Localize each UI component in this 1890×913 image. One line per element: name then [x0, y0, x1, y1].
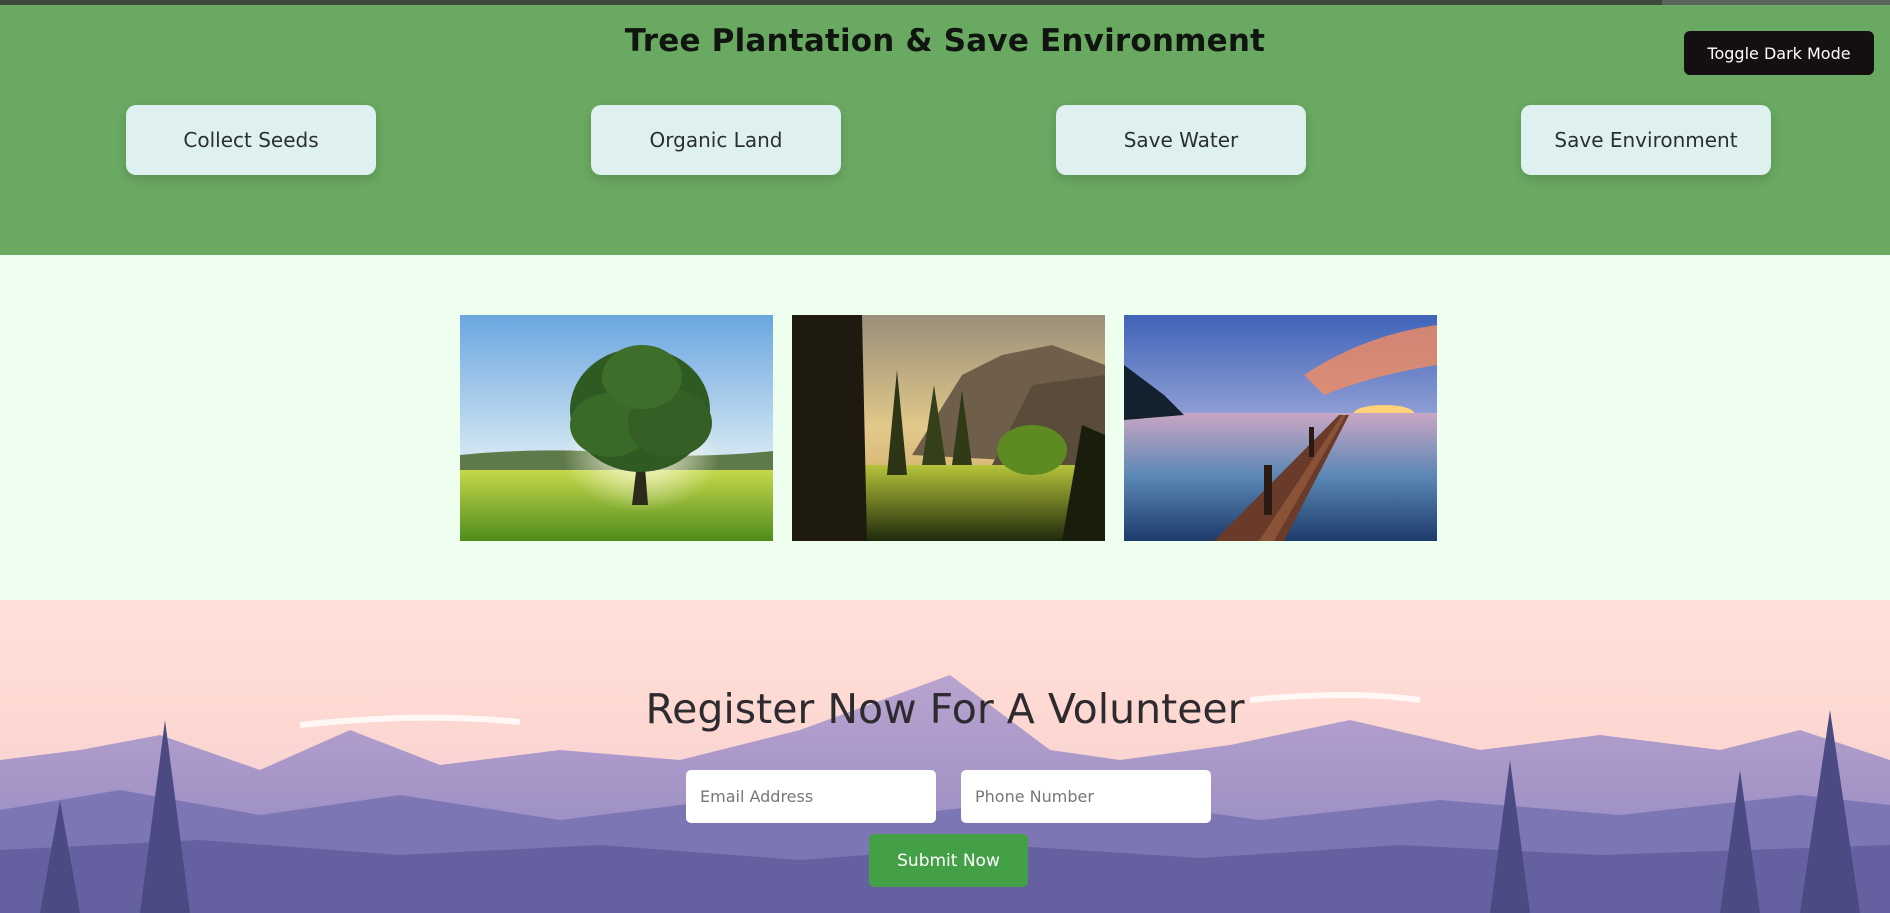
feature-card-save-environment[interactable]: Save Environment	[1521, 105, 1771, 175]
register-title: Register Now For A Volunteer	[645, 685, 1245, 733]
gallery-section	[0, 255, 1890, 600]
page-title: Tree Plantation & Save Environment	[624, 23, 1266, 59]
register-section: Register Now For A Volunteer Submit Now	[0, 600, 1890, 913]
email-field[interactable]	[686, 770, 936, 823]
header-section: Tree Plantation & Save Environment Toggl…	[0, 5, 1890, 255]
toggle-dark-mode-button[interactable]: Toggle Dark Mode	[1684, 31, 1874, 75]
feature-card-organic-land[interactable]: Organic Land	[591, 105, 841, 175]
feature-card-save-water[interactable]: Save Water	[1056, 105, 1306, 175]
lake-pier-sunset-image	[1124, 315, 1437, 541]
forest-valley-image	[792, 315, 1105, 541]
tree-meadow-image	[460, 315, 773, 541]
submit-button[interactable]: Submit Now	[869, 834, 1028, 887]
feature-card-collect-seeds[interactable]: Collect Seeds	[126, 105, 376, 175]
phone-number-field[interactable]	[961, 770, 1211, 823]
